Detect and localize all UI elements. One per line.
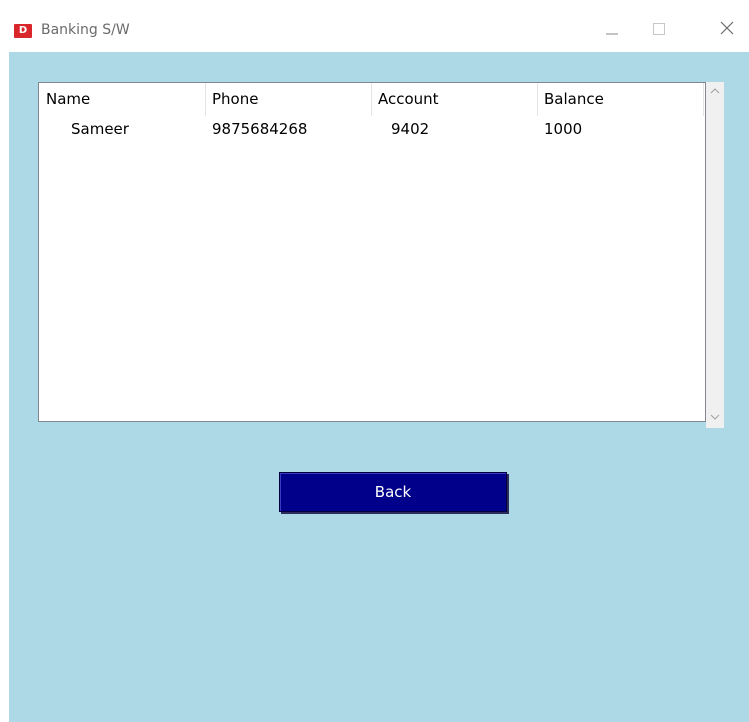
- scroll-down-button[interactable]: [706, 408, 724, 426]
- cell-name: Sameer: [71, 120, 129, 138]
- client-area: Name Phone Account Balance Sameer 987568…: [9, 52, 749, 722]
- table-header: Name Phone Account Balance: [39, 83, 705, 116]
- app-logo-icon: D: [14, 24, 32, 38]
- close-button[interactable]: [702, 14, 748, 46]
- back-button[interactable]: Back: [279, 472, 507, 512]
- app-window: D Banking S/W Name Phone Account Balance…: [0, 0, 749, 722]
- close-icon: [720, 21, 734, 35]
- column-divider[interactable]: [703, 83, 704, 116]
- maximize-button[interactable]: [636, 14, 682, 46]
- minimize-button[interactable]: [590, 14, 636, 46]
- vertical-scrollbar[interactable]: [706, 82, 724, 428]
- column-header-balance[interactable]: Balance: [537, 83, 703, 116]
- cell-balance: 1000: [544, 120, 583, 138]
- chevron-down-icon: [710, 414, 720, 420]
- cell-account: 9402: [391, 120, 430, 138]
- minimize-icon: [606, 33, 618, 35]
- column-header-phone[interactable]: Phone: [205, 83, 371, 116]
- chevron-up-icon: [710, 88, 720, 94]
- column-header-name[interactable]: Name: [39, 83, 205, 116]
- column-header-account[interactable]: Account: [371, 83, 537, 116]
- accounts-table[interactable]: Name Phone Account Balance Sameer 987568…: [38, 82, 706, 422]
- scroll-up-button[interactable]: [706, 82, 724, 100]
- maximize-icon: [653, 23, 665, 35]
- cell-phone: 9875684268: [212, 120, 308, 138]
- title-bar[interactable]: D Banking S/W: [0, 0, 749, 52]
- window-title: Banking S/W: [41, 22, 130, 38]
- table-row[interactable]: Sameer 9875684268 9402 1000: [39, 118, 705, 140]
